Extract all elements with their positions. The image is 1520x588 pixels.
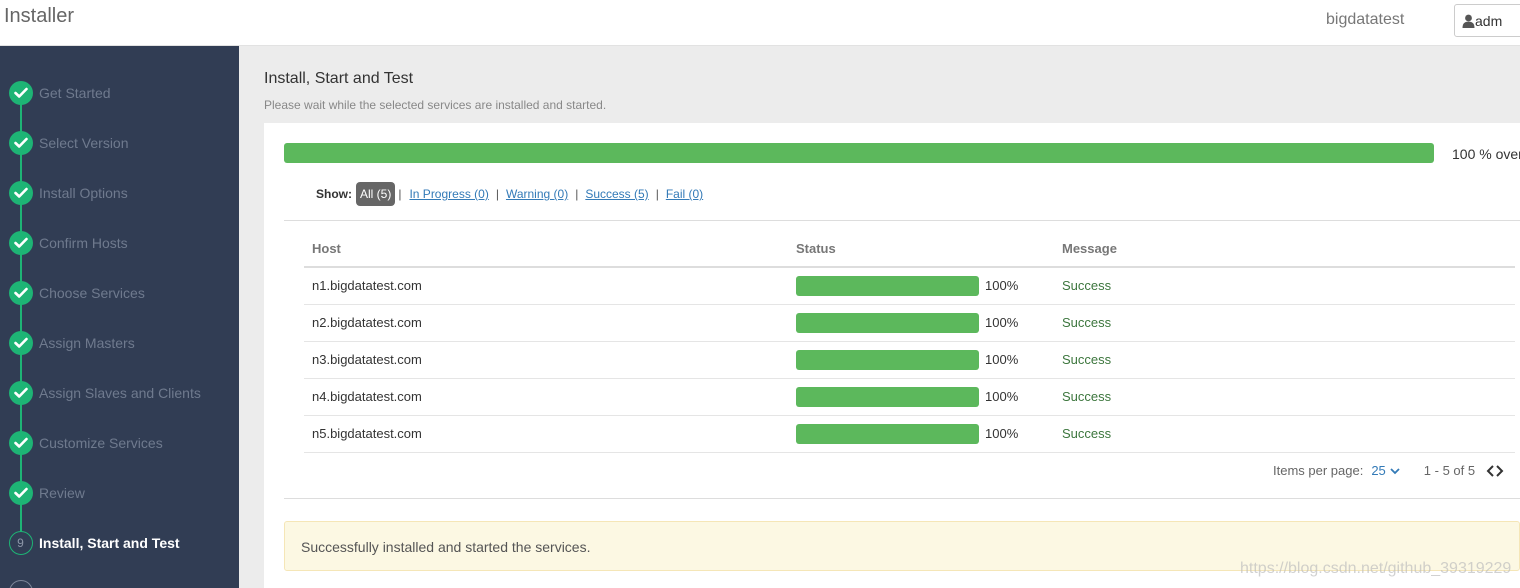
host-message[interactable]: Success: [1054, 304, 1515, 342]
page-title: Install, Start and Test: [264, 70, 414, 87]
host-progress-percent: 100%: [985, 315, 1019, 330]
wizard-step-label: Install Options: [39, 185, 128, 201]
table-row: n5.bigdatatest.com 100% Success: [304, 415, 1515, 453]
table-row: n2.bigdatatest.com 100% Success: [304, 304, 1515, 342]
column-header-host: Host: [304, 231, 788, 268]
step-number-badge: 9: [9, 531, 33, 555]
wizard-step-next: [0, 578, 239, 588]
wizard-step-label: Choose Services: [39, 285, 145, 301]
wizard-step[interactable]: Get Started: [0, 79, 239, 107]
overall-progress-label: 100 % over: [1452, 146, 1520, 162]
host-message[interactable]: Success: [1054, 267, 1515, 305]
next-page-icon[interactable]: [1495, 464, 1505, 478]
host-message[interactable]: Success: [1054, 378, 1515, 416]
hosts-table: Host Status Message n1.bigdatatest.com 10…: [304, 231, 1515, 453]
filter-warning[interactable]: Warning (0): [506, 187, 568, 201]
host-name: n1.bigdatatest.com: [304, 267, 788, 305]
wizard-step[interactable]: Customize Services: [0, 429, 239, 457]
wizard-step-label: Assign Slaves and Clients: [39, 385, 201, 401]
host-name: n3.bigdatatest.com: [304, 341, 788, 379]
host-status: 100%: [788, 341, 1054, 379]
check-icon: [9, 131, 33, 155]
wizard-step[interactable]: 9 Install, Start and Test: [0, 529, 239, 557]
step-number: 9: [17, 536, 24, 550]
host-progress-bar: [796, 312, 979, 333]
filter-all[interactable]: All (5): [356, 182, 396, 206]
filter-fail[interactable]: Fail (0): [666, 187, 703, 201]
table-row: n3.bigdatatest.com 100% Success: [304, 341, 1515, 379]
wizard-step-label: Select Version: [39, 135, 129, 151]
host-message[interactable]: Success: [1054, 341, 1515, 379]
check-icon: [9, 281, 33, 305]
check-icon: [9, 431, 33, 455]
column-header-status: Status: [788, 231, 1054, 268]
check-icon: [9, 481, 33, 505]
user-name: adm: [1475, 13, 1503, 29]
check-icon: [9, 181, 33, 205]
wizard-step-label: Confirm Hosts: [39, 235, 128, 251]
table-bottom-divider: [284, 498, 1520, 499]
watermark: https://blog.csdn.net/github_39319229: [1240, 560, 1512, 577]
check-icon: [9, 81, 33, 105]
check-icon: [9, 381, 33, 405]
host-name: n5.bigdatatest.com: [304, 415, 788, 453]
filter-show-label: Show:: [316, 187, 352, 201]
filter-divider: [284, 220, 1520, 221]
wizard-step-label: Review: [39, 485, 85, 501]
wizard-step[interactable]: Assign Slaves and Clients: [0, 379, 239, 407]
host-status: 100%: [788, 378, 1054, 416]
wizard-sidebar: Get Started Select Version Install Options…: [0, 46, 239, 588]
items-per-page-select[interactable]: 25: [1371, 463, 1385, 478]
install-panel: 100 % over Show: All (5) | In Progress (…: [264, 123, 1520, 588]
host-progress-percent: 100%: [985, 278, 1019, 294]
wizard-step[interactable]: Install Options: [0, 179, 239, 207]
app-title: Installer: [4, 5, 75, 27]
host-progress-bar: [796, 423, 979, 444]
wizard-step-label: Get Started: [39, 85, 111, 101]
host-progress-percent: 100%: [985, 426, 1019, 441]
host-message[interactable]: Success: [1054, 415, 1515, 453]
host-status: 100%: [788, 415, 1054, 453]
wizard-step[interactable]: Confirm Hosts: [0, 229, 239, 257]
previous-page-icon[interactable]: [1485, 464, 1495, 478]
pagination: Items per page: 25 1 - 5 of 5: [1273, 463, 1505, 478]
check-icon: [9, 331, 33, 355]
page-range: 1 - 5 of 5: [1423, 463, 1476, 478]
host-filter-bar: Show: All (5) | In Progress (0) | Warnin…: [316, 181, 703, 207]
column-header-message: Message: [1054, 231, 1515, 268]
filter-success[interactable]: Success (5): [585, 187, 648, 201]
chevron-down-icon[interactable]: [1390, 467, 1400, 475]
cluster-name: bigdatatest: [1326, 11, 1405, 28]
wizard-step-label: Install, Start and Test: [39, 535, 180, 551]
host-progress-bar: [796, 275, 979, 296]
wizard-step[interactable]: Assign Masters: [0, 329, 239, 357]
step-connector: [20, 92, 22, 542]
host-status: 100%: [788, 267, 1054, 305]
main-content: Install, Start and Test Please wait whil…: [239, 46, 1520, 588]
host-progress-percent: 100%: [985, 352, 1019, 367]
host-name: n2.bigdatatest.com: [304, 304, 788, 342]
table-row: n1.bigdatatest.com 100% Success: [304, 267, 1515, 305]
table-row: n4.bigdatatest.com 100% Success: [304, 378, 1515, 416]
wizard-step[interactable]: Choose Services: [0, 279, 239, 307]
wizard-step-label: Customize Services: [39, 435, 163, 451]
wizard-step-label: Assign Masters: [39, 335, 135, 351]
host-progress-bar: [796, 349, 979, 370]
table-header-row: Host Status Message: [304, 231, 1515, 268]
items-per-page-label: Items per page:: [1273, 463, 1364, 478]
host-status: 100%: [788, 304, 1054, 342]
overall-progress-bar: [284, 143, 1434, 163]
wizard-step[interactable]: Review: [0, 479, 239, 507]
host-progress-percent: 100%: [985, 389, 1019, 404]
filter-in-progress[interactable]: In Progress (0): [409, 187, 488, 201]
user-icon: [1462, 14, 1475, 28]
top-bar: Installer bigdatatest adm: [0, 0, 1520, 46]
host-progress-bar: [796, 386, 979, 407]
step-upcoming-icon: [9, 580, 33, 588]
host-name: n4.bigdatatest.com: [304, 378, 788, 416]
wizard-step[interactable]: Select Version: [0, 129, 239, 157]
page-subtitle: Please wait while the selected services …: [264, 98, 607, 112]
user-menu-button[interactable]: adm: [1454, 4, 1520, 37]
check-icon: [9, 231, 33, 255]
